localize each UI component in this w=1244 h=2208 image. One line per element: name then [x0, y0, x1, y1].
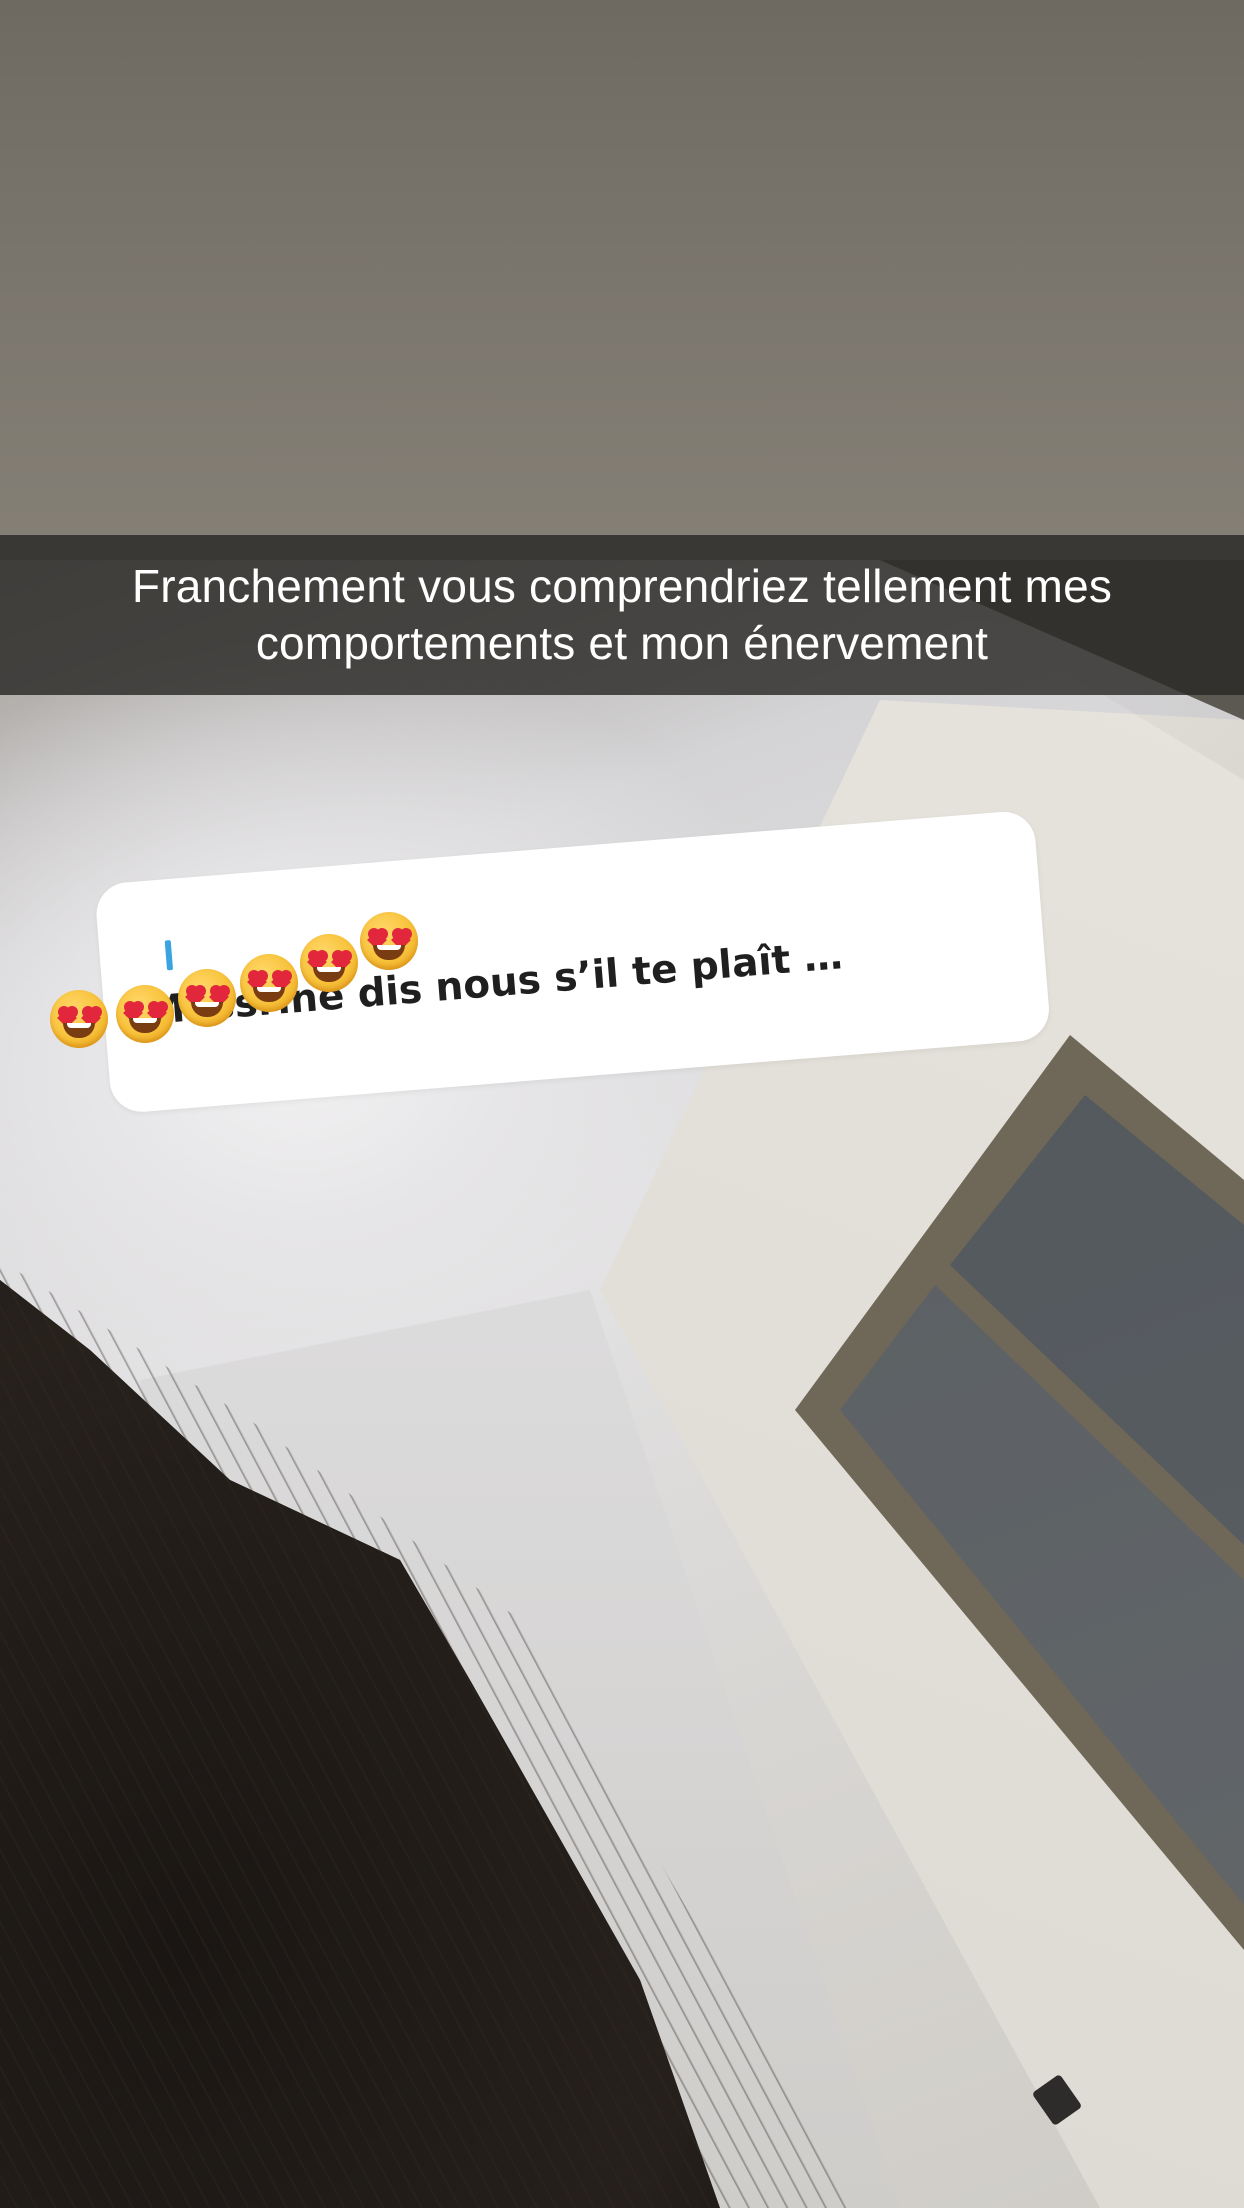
caption-bar: Franchement vous comprendriez tellement …	[0, 535, 1244, 695]
heart-eyes-emoji-icon	[240, 954, 298, 1012]
heart-eyes-emoji-icon	[50, 990, 108, 1048]
caption-text: Franchement vous comprendriez tellement …	[131, 560, 1113, 669]
sticker-accent-bar	[164, 940, 174, 971]
heart-eyes-emoji-icon	[300, 934, 358, 992]
photo-ceiling	[0, 0, 1244, 560]
heart-eyes-emoji-icon	[116, 985, 174, 1043]
snap-story-view[interactable]: Franchement vous comprendriez tellement …	[0, 0, 1244, 2208]
heart-eyes-emoji-icon	[360, 912, 418, 970]
heart-eyes-emoji-icon	[178, 969, 236, 1027]
